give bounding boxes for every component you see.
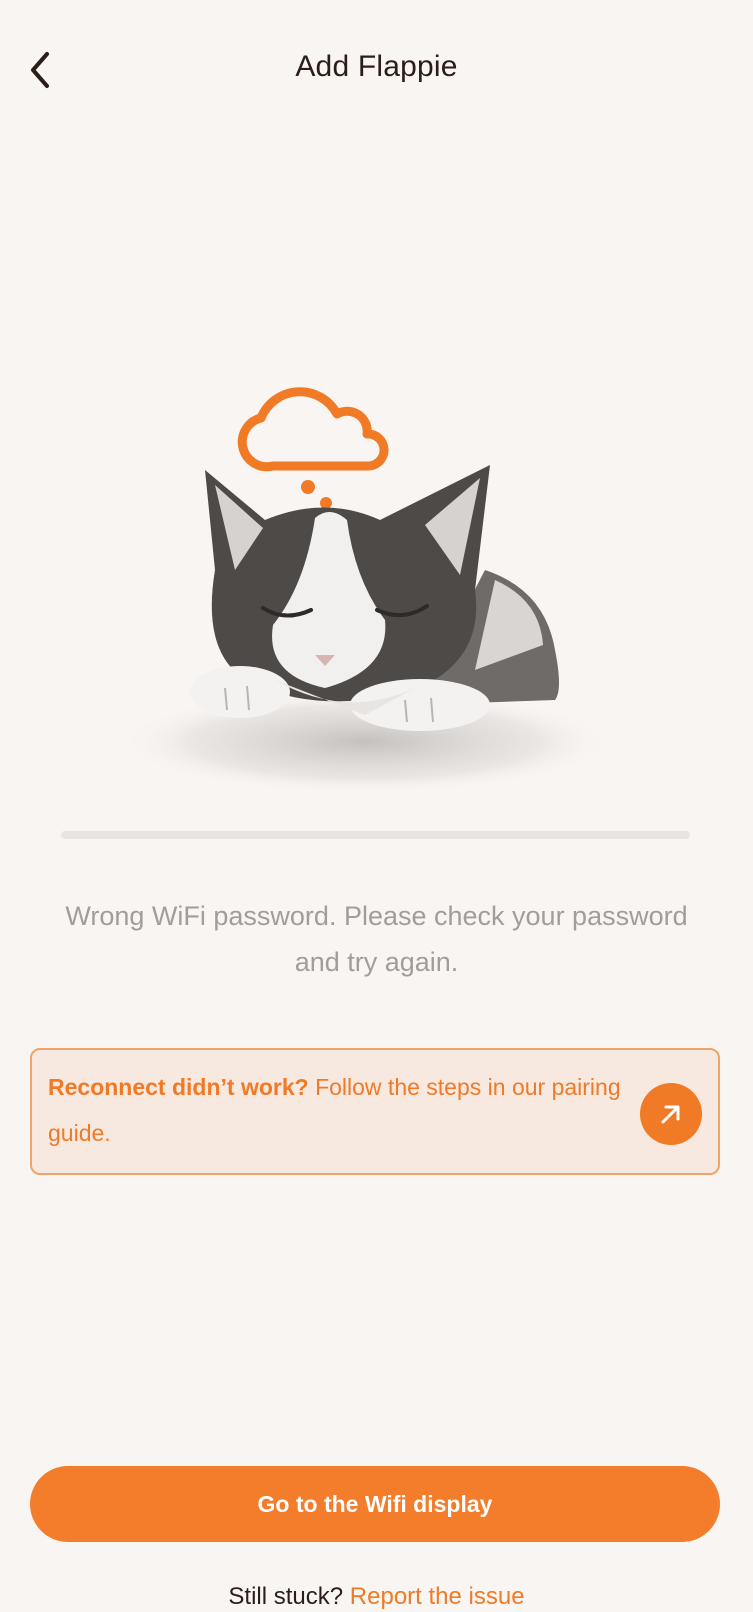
thought-dot (320, 497, 332, 509)
still-stuck-text: Still stuck? (228, 1583, 344, 1610)
header: Add Flappie (0, 0, 753, 140)
sleeping-cat-illustration (120, 387, 610, 794)
arrow-up-right-icon (661, 1105, 680, 1124)
thought-cloud-icon (237, 387, 389, 472)
page-title: Add Flappie (295, 50, 458, 83)
go-to-wifi-display-button[interactable]: Go to the Wifi display (30, 1466, 720, 1542)
cat-figure (190, 465, 559, 731)
open-guide-button[interactable] (640, 1083, 702, 1145)
report-issue-link[interactable]: Report the issue (350, 1583, 525, 1610)
pairing-guide-text: Reconnect didn’t work? Follow the steps … (48, 1064, 628, 1156)
pairing-guide-card[interactable]: Reconnect didn’t work? Follow the steps … (30, 1048, 720, 1175)
thought-dot (301, 480, 315, 494)
progress-track (61, 831, 690, 839)
footer: Still stuck? Report the issue (0, 1582, 753, 1612)
error-message: Wrong WiFi password. Please check your p… (65, 901, 688, 977)
pairing-guide-bold-text: Reconnect didn’t work? (48, 1074, 309, 1100)
